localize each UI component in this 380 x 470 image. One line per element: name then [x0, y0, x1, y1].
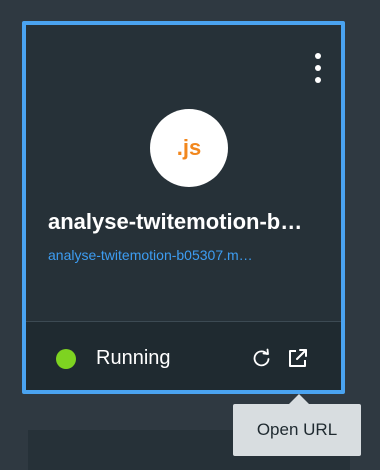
- kebab-menu-icon[interactable]: [313, 53, 323, 93]
- app-url-link[interactable]: analyse-twitemotion-b05307.m…: [48, 247, 324, 263]
- open-url-tooltip: Open URL: [233, 394, 361, 456]
- nodejs-logo: .js: [150, 109, 228, 187]
- app-card[interactable]: .js analyse-twitemotion-b… analyse-twite…: [22, 21, 345, 394]
- tooltip-arrow: [289, 394, 309, 404]
- tooltip-text: Open URL: [256, 420, 338, 439]
- card-footer: Running: [26, 322, 341, 390]
- restart-button[interactable]: [248, 344, 276, 372]
- logo-text: .js: [176, 135, 202, 160]
- status-running-icon: [56, 349, 76, 369]
- external-link-icon: [289, 349, 307, 367]
- restart-icon: [253, 348, 270, 367]
- open-url-button[interactable]: [284, 344, 312, 372]
- tooltip-box: Open URL: [233, 404, 361, 456]
- status-label: Running: [96, 347, 171, 369]
- app-name: analyse-twitemotion-b…: [48, 209, 303, 234]
